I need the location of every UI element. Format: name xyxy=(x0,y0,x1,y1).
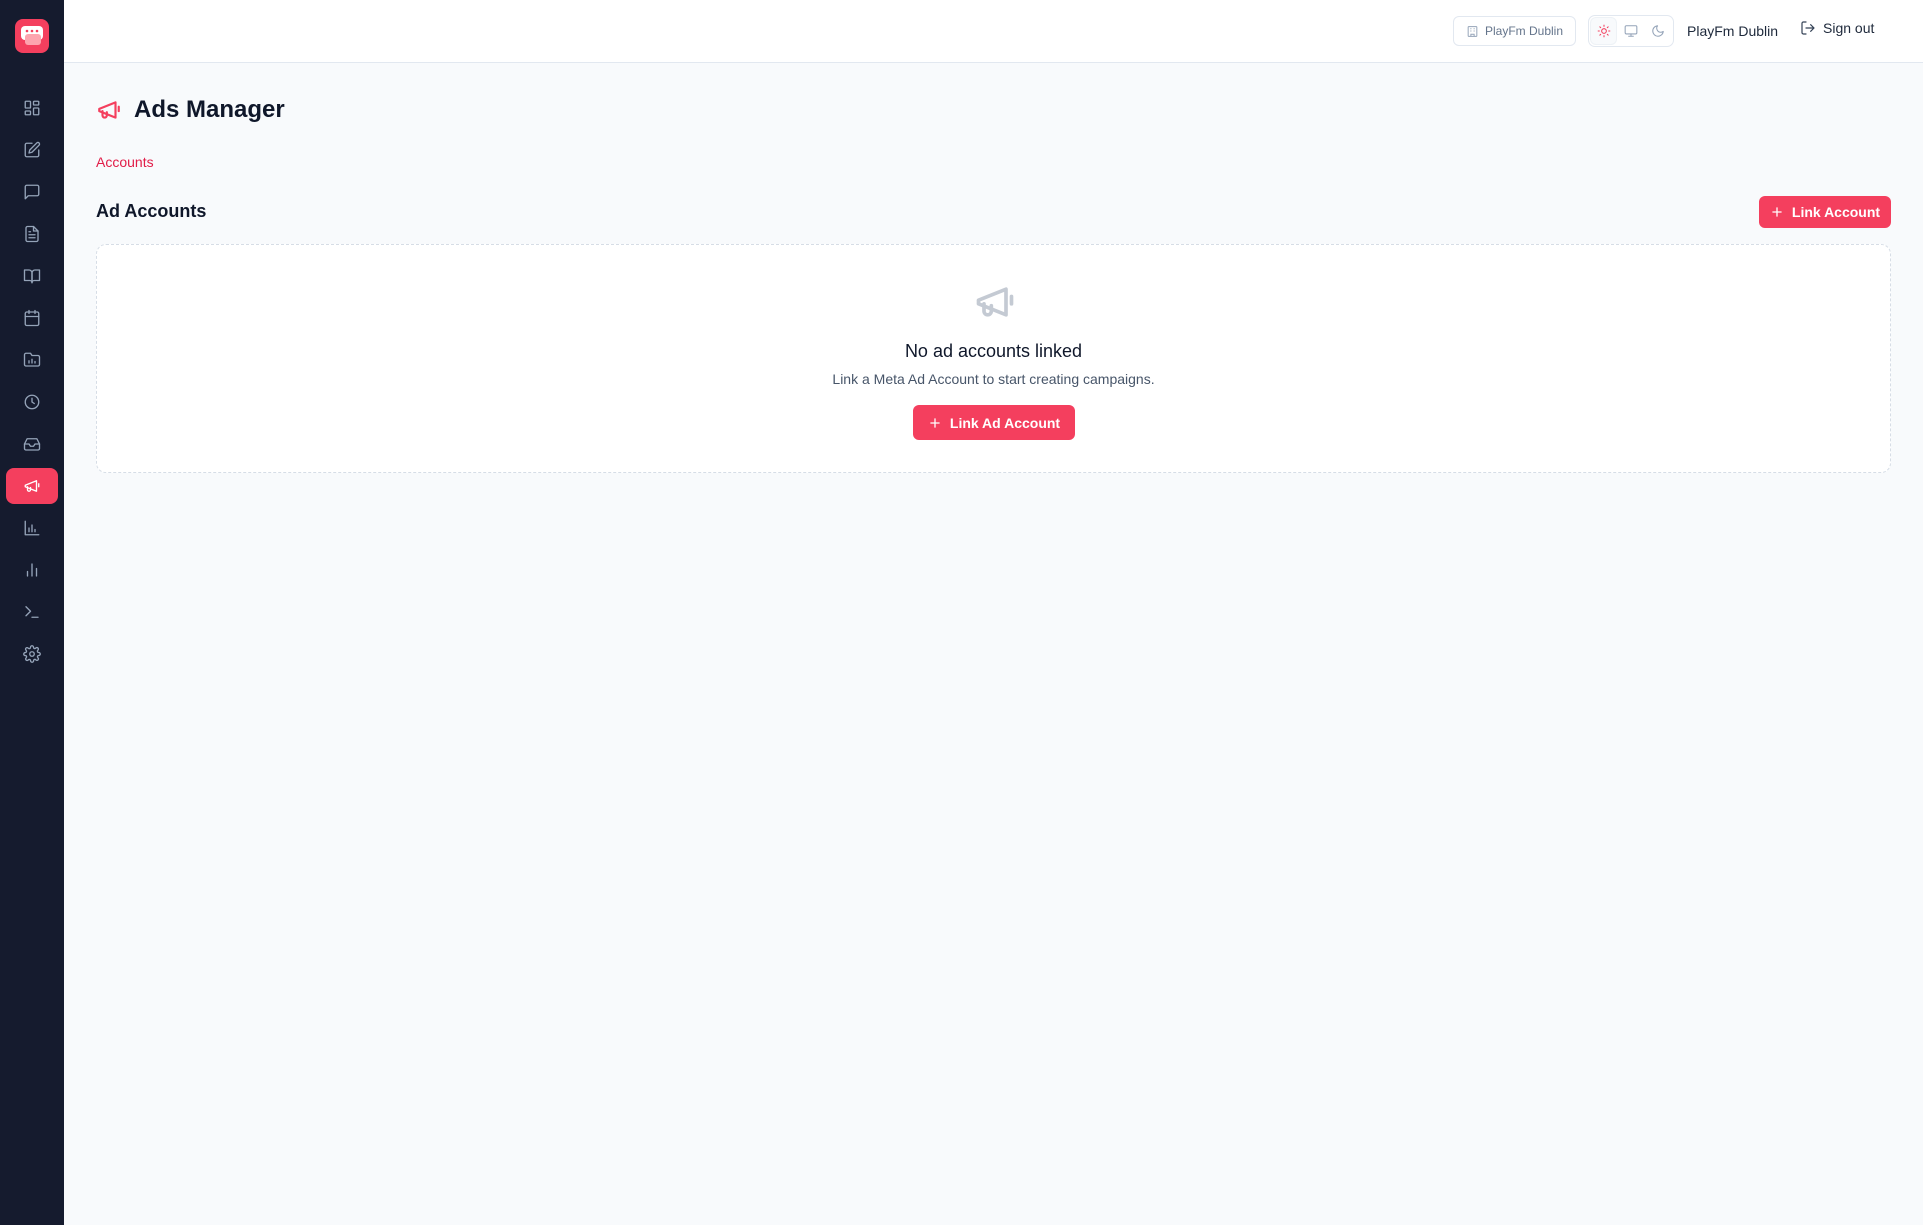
monitor-icon xyxy=(1624,25,1638,37)
section-title: Ad Accounts xyxy=(96,201,207,221)
sidebar-item-documents[interactable] xyxy=(6,216,58,252)
bar-chart-icon xyxy=(24,520,40,536)
organization-chip[interactable]: PlayFm Dublin xyxy=(1453,16,1577,46)
sidebar-item-history[interactable] xyxy=(6,384,58,420)
app-logo[interactable] xyxy=(15,19,49,53)
empty-state-card: No ad accounts linked Link a Meta Ad Acc… xyxy=(96,244,1891,473)
breadcrumb-accounts[interactable]: Accounts xyxy=(96,154,154,170)
megaphone-icon xyxy=(976,287,1014,317)
book-icon xyxy=(23,269,41,284)
clock-icon xyxy=(24,394,40,410)
page-title: Ads Manager xyxy=(134,96,285,123)
sun-icon xyxy=(1597,24,1611,38)
theme-dark-button[interactable] xyxy=(1646,18,1671,44)
inbox-icon xyxy=(23,438,41,451)
plus-icon xyxy=(930,417,940,428)
link-account-button-label: Link Account xyxy=(1791,204,1881,220)
document-icon xyxy=(25,225,39,243)
analytics-icon xyxy=(26,563,38,577)
calendar-icon xyxy=(24,309,40,327)
sidebar-item-messages[interactable] xyxy=(6,174,58,210)
sign-out-label: Sign out xyxy=(1823,20,1875,36)
sidebar-item-statistics[interactable] xyxy=(6,510,58,546)
link-account-button[interactable]: Link Account xyxy=(1759,196,1891,228)
chat-app-logo-icon xyxy=(21,26,43,45)
page-header: Ads Manager xyxy=(96,96,285,124)
empty-state-title: No ad accounts linked xyxy=(904,341,1083,361)
sidebar-item-inbox[interactable] xyxy=(6,426,58,462)
empty-state-subtitle: Link a Meta Ad Account to start creating… xyxy=(832,371,1155,387)
link-ad-account-button[interactable]: Link Ad Account xyxy=(913,405,1075,440)
link-ad-account-button-label: Link Ad Account xyxy=(949,414,1061,431)
plus-icon xyxy=(1772,207,1782,217)
edit-icon xyxy=(24,141,41,158)
sidebar-item-library[interactable] xyxy=(6,258,58,294)
megaphone-icon xyxy=(98,101,120,119)
message-icon xyxy=(24,184,40,200)
terminal-icon xyxy=(25,606,39,618)
sign-out-button[interactable]: Sign out xyxy=(1800,20,1874,36)
theme-toggle xyxy=(1588,15,1674,47)
moon-icon xyxy=(1652,25,1665,37)
settings-icon xyxy=(23,645,41,663)
building-icon xyxy=(1467,25,1478,37)
theme-light-button[interactable] xyxy=(1591,18,1617,44)
empty-state-icon-wrap xyxy=(973,280,1017,324)
sidebar-item-compose[interactable] xyxy=(6,132,58,168)
dashboard-grid-icon xyxy=(24,100,40,116)
sidebar-item-console[interactable] xyxy=(6,594,58,630)
sidebar xyxy=(0,0,64,1225)
sidebar-item-settings[interactable] xyxy=(6,636,58,672)
megaphone-icon xyxy=(24,480,40,492)
organization-chip-label: PlayFm Dublin xyxy=(1485,24,1564,38)
sidebar-item-dashboard[interactable] xyxy=(6,90,58,126)
theme-system-button[interactable] xyxy=(1618,18,1643,44)
top-bar: PlayFm Dublin PlayFm Dublin Sign out xyxy=(64,0,1923,63)
sidebar-item-calendar[interactable] xyxy=(6,300,58,336)
sidebar-item-analytics[interactable] xyxy=(6,552,58,588)
user-name: PlayFm Dublin xyxy=(1687,23,1779,39)
log-out-icon xyxy=(1801,21,1815,35)
sidebar-item-reports[interactable] xyxy=(6,342,58,378)
folder-chart-icon xyxy=(23,352,41,367)
sidebar-item-ads-manager[interactable] xyxy=(6,468,58,504)
